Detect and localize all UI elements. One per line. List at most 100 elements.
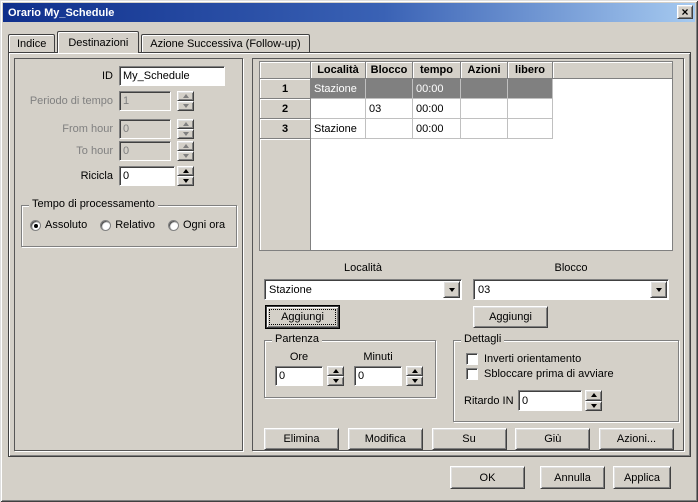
table-row[interactable]: 3 Stazione 00:00 — [260, 119, 672, 139]
cell-tempo: 00:00 — [413, 79, 461, 99]
ricicla-spinner[interactable] — [177, 166, 194, 186]
processing-time-group: Tempo di processamento Assoluto Relativo… — [21, 205, 237, 247]
col-header-blocco: Blocco — [366, 62, 413, 79]
spinner-down-icon — [177, 151, 194, 161]
localita-combo[interactable]: Stazione — [264, 279, 462, 300]
spinner-down-icon[interactable] — [177, 176, 194, 186]
spinner-down-icon[interactable] — [327, 376, 344, 386]
spinner-down-icon[interactable] — [406, 376, 423, 386]
cell-libero — [508, 79, 553, 99]
table-row[interactable]: 2 03 00:00 — [260, 99, 672, 119]
modifica-button[interactable]: Modifica — [348, 428, 423, 450]
spinner-up-icon[interactable] — [177, 166, 194, 176]
cell-localita — [311, 99, 366, 119]
window-title: Orario My_Schedule — [8, 7, 114, 19]
cell-blocco — [366, 79, 413, 99]
cell-azioni — [461, 99, 508, 119]
to-hour-spinner — [177, 141, 194, 161]
annulla-button[interactable]: Annulla — [540, 466, 605, 489]
table-header: Località Blocco tempo Azioni libero — [260, 62, 672, 79]
inverti-orientamento-option[interactable]: Inverti orientamento — [466, 353, 581, 365]
id-label: ID — [15, 70, 113, 82]
close-button[interactable]: × — [677, 5, 693, 19]
spinner-up-icon[interactable] — [327, 366, 344, 376]
blocco-combo-label: Blocco — [473, 262, 669, 274]
from-hour-input — [119, 119, 171, 139]
titlebar: Orario My_Schedule × — [3, 3, 695, 22]
minuti-label: Minuti — [351, 351, 405, 363]
dettagli-title: Dettagli — [461, 333, 504, 345]
tab-destinazioni[interactable]: Destinazioni — [57, 31, 139, 53]
blocco-combo[interactable]: 03 — [473, 279, 669, 300]
row-header-strip — [260, 139, 311, 250]
radio-icon — [30, 220, 41, 231]
radio-icon — [168, 220, 179, 231]
spinner-up-icon[interactable] — [585, 390, 602, 401]
ore-label: Ore — [275, 351, 323, 363]
periodo-input — [119, 91, 171, 111]
periodo-label: Periodo di tempo — [15, 95, 113, 107]
checkbox-icon[interactable] — [466, 353, 478, 365]
processing-time-options: Assoluto Relativo Ogni ora — [30, 219, 225, 231]
col-header-tempo: tempo — [413, 62, 461, 79]
cell-localita: Stazione — [311, 79, 366, 99]
cell-tempo: 00:00 — [413, 99, 461, 119]
right-panel: Località Blocco tempo Azioni libero 1 St… — [252, 58, 684, 451]
minuti-input[interactable] — [354, 366, 402, 386]
azioni-button[interactable]: Azioni... — [599, 428, 674, 450]
row-number: 3 — [260, 119, 311, 139]
spinner-up-icon[interactable] — [406, 366, 423, 376]
col-header-libero: libero — [508, 62, 553, 79]
left-panel: ID Periodo di tempo From hour To hour Ri… — [14, 58, 243, 451]
ore-spinner[interactable] — [327, 366, 344, 386]
radio-icon — [100, 220, 111, 231]
ok-button[interactable]: OK — [450, 466, 525, 489]
tab-indice[interactable]: Indice — [8, 34, 55, 52]
radio-relativo[interactable]: Relativo — [100, 219, 155, 231]
from-hour-label: From hour — [15, 123, 113, 135]
giu-button[interactable]: Giù — [515, 428, 590, 450]
col-header-azioni: Azioni — [461, 62, 508, 79]
spinner-down-icon[interactable] — [585, 401, 602, 412]
cell-libero — [508, 119, 553, 139]
chevron-down-icon[interactable] — [443, 281, 460, 298]
su-button[interactable]: Su — [432, 428, 507, 450]
table-row[interactable]: 1 Stazione 00:00 — [260, 79, 672, 99]
col-header-localita: Località — [311, 62, 366, 79]
localita-combo-label: Località — [264, 262, 462, 274]
row-number: 2 — [260, 99, 311, 119]
chevron-down-icon[interactable] — [650, 281, 667, 298]
cell-azioni — [461, 79, 508, 99]
id-input[interactable] — [119, 66, 225, 86]
radio-ogni-ora[interactable]: Ogni ora — [168, 219, 225, 231]
cell-blocco: 03 — [366, 99, 413, 119]
radio-assoluto[interactable]: Assoluto — [30, 219, 87, 231]
processing-time-title: Tempo di processamento — [29, 198, 158, 210]
spinner-up-icon — [177, 91, 194, 101]
ricicla-input[interactable] — [119, 166, 175, 186]
row-actions: Elimina Modifica Su Giù Azioni... — [264, 428, 674, 450]
minuti-spinner[interactable] — [406, 366, 423, 386]
spinner-down-icon — [177, 101, 194, 111]
ritardo-spinner[interactable] — [585, 390, 602, 411]
tab-azione-successiva[interactable]: Azione Successiva (Follow-up) — [141, 34, 309, 52]
cell-libero — [508, 99, 553, 119]
ritardo-label: Ritardo IN — [464, 395, 514, 407]
cell-azioni — [461, 119, 508, 139]
checkbox-icon[interactable] — [466, 368, 478, 380]
applica-button[interactable]: Applica — [613, 466, 671, 489]
ritardo-input[interactable] — [518, 390, 582, 411]
col-header-filler — [553, 62, 672, 79]
spinner-up-icon — [177, 119, 194, 129]
spinner-down-icon — [177, 129, 194, 139]
aggiungi-localita-button[interactable]: Aggiungi — [266, 306, 339, 328]
orario-dialog: Orario My_Schedule × Indice Destinazioni… — [0, 0, 698, 502]
sbloccare-prima-option[interactable]: Sbloccare prima di avviare — [466, 368, 614, 380]
from-hour-spinner — [177, 119, 194, 139]
cell-localita: Stazione — [311, 119, 366, 139]
aggiungi-blocco-button[interactable]: Aggiungi — [473, 306, 548, 328]
elimina-button[interactable]: Elimina — [264, 428, 339, 450]
close-icon: × — [681, 6, 688, 18]
ore-input[interactable] — [275, 366, 323, 386]
partenza-title: Partenza — [272, 333, 322, 345]
